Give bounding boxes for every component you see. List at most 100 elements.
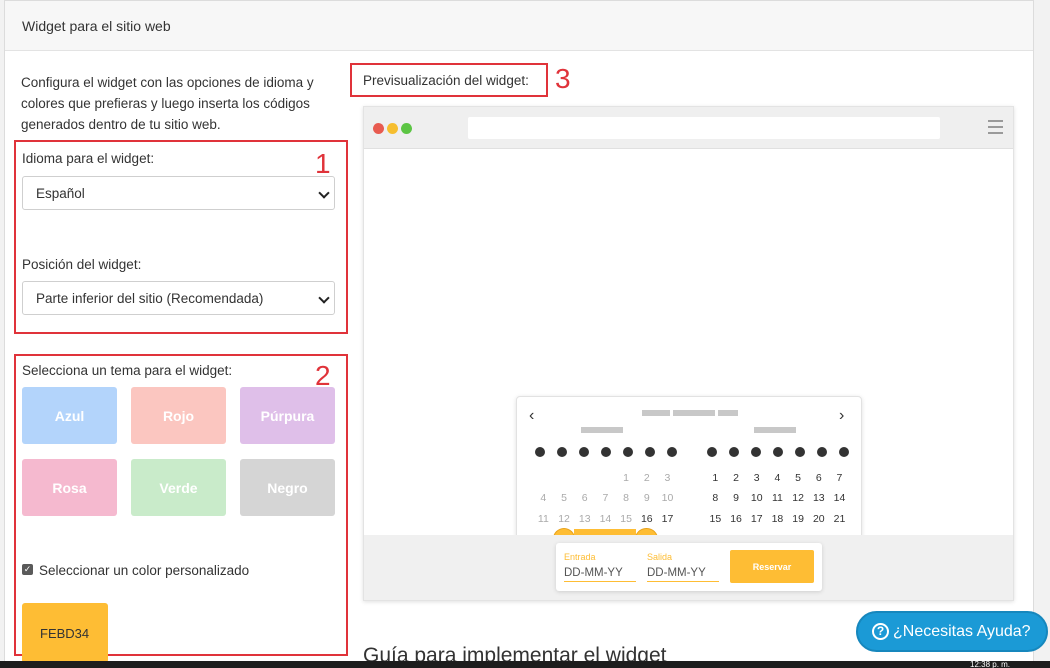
month-name-placeholder — [581, 427, 623, 433]
annotation-number-3: 3 — [555, 63, 571, 94]
position-select-value: Parte inferior del sitio (Recomendada) — [36, 291, 264, 306]
calendar-day[interactable]: 13 — [574, 509, 595, 529]
window-close-dot-icon — [373, 123, 384, 134]
calendar-week-row: 1234567 — [705, 468, 851, 488]
widget-description: Configura el widget con las opciones de … — [21, 75, 314, 132]
window-minimize-dot-icon — [387, 123, 398, 134]
calendar-day[interactable]: 10 — [746, 488, 767, 508]
theme-rojo-button[interactable]: Rojo — [131, 387, 226, 444]
calendar-day[interactable]: 5 — [788, 468, 809, 488]
calendar-day[interactable]: 4 — [767, 468, 788, 488]
scroll-gutter — [1034, 0, 1050, 668]
weekday-row — [533, 447, 679, 457]
calendar-week-row: 15 16 17 18 19 20 21 — [705, 509, 851, 529]
calendar-day[interactable]: 10 — [657, 488, 678, 508]
window-maximize-dot-icon — [401, 123, 412, 134]
help-button[interactable]: ? ¿Necesitas Ayuda? — [856, 611, 1048, 652]
month-name-placeholder — [754, 427, 796, 433]
chevron-down-icon — [318, 187, 330, 199]
calendar-day[interactable]: 9 — [636, 488, 657, 508]
checkin-input[interactable]: DD-MM-YY — [564, 567, 636, 582]
theme-rosa-button[interactable]: Rosa — [22, 459, 117, 516]
language-select[interactable]: Español — [22, 176, 335, 210]
checkout-input[interactable]: DD-MM-YY — [647, 567, 719, 582]
calendar-title-placeholder — [673, 410, 715, 416]
calendar-day[interactable]: 19 — [788, 509, 809, 529]
calendar-day[interactable]: 3 — [657, 468, 678, 488]
calendar-day[interactable]: 2 — [636, 468, 657, 488]
reserve-button[interactable]: Reservar — [730, 550, 814, 583]
language-select-value: Español — [36, 186, 85, 201]
calendar-day[interactable]: 16 — [726, 509, 747, 529]
question-circle-icon: ? — [872, 623, 889, 640]
calendar-day[interactable]: 14 — [829, 488, 850, 508]
calendar-day[interactable]: 11 — [533, 509, 554, 529]
calendar-day — [574, 468, 595, 488]
chevron-left-icon[interactable]: ‹ — [529, 407, 534, 425]
calendar-day[interactable]: 7 — [595, 488, 616, 508]
calendar-day[interactable]: 11 — [767, 488, 788, 508]
language-label: Idioma para el widget: — [22, 151, 155, 166]
calendar-day[interactable]: 17 — [657, 509, 678, 529]
taskbar — [0, 661, 1050, 668]
calendar-week-row: 4 5 6 7 8 9 10 — [533, 488, 679, 508]
position-label: Posición del widget: — [22, 257, 142, 272]
calendar-title-placeholder — [718, 410, 738, 416]
calendar-day[interactable]: 7 — [829, 468, 850, 488]
theme-azul-button[interactable]: Azul — [22, 387, 117, 444]
browser-url-bar — [468, 117, 940, 139]
calendar-day[interactable]: 9 — [726, 488, 747, 508]
theme-negro-button[interactable]: Negro — [240, 459, 335, 516]
calendar-day[interactable]: 20 — [808, 509, 829, 529]
panel-title: Widget para el sitio web — [5, 1, 1033, 51]
chevron-right-icon[interactable]: › — [839, 407, 844, 425]
custom-color-input[interactable]: FEBD34 — [22, 603, 108, 663]
checkin-label: Entrada — [564, 552, 596, 562]
booking-form: Entrada DD-MM-YY Salida DD-MM-YY Reserva… — [556, 543, 822, 591]
calendar-day[interactable]: 12 — [554, 509, 575, 529]
preview-label: Previsualización del widget: — [363, 73, 529, 88]
calendar-day[interactable]: 3 — [746, 468, 767, 488]
calendar-week-row: 11 12 13 14 15 16 17 — [533, 509, 679, 529]
calendar-day[interactable]: 6 — [808, 468, 829, 488]
calendar-day[interactable]: 21 — [829, 509, 850, 529]
calendar-day[interactable]: 12 — [788, 488, 809, 508]
calendar-day[interactable]: 8 — [705, 488, 726, 508]
theme-label: Selecciona un tema para el widget: — [22, 363, 233, 378]
calendar-day[interactable]: 14 — [595, 509, 616, 529]
calendar-day[interactable]: 18 — [767, 509, 788, 529]
position-select[interactable]: Parte inferior del sitio (Recomendada) — [22, 281, 335, 315]
theme-verde-button[interactable]: Verde — [131, 459, 226, 516]
calendar-day — [554, 468, 575, 488]
calendar-day[interactable]: 1 — [705, 468, 726, 488]
chevron-down-icon — [318, 292, 330, 304]
calendar-month-1: 1234567891011121314151617181920212223242… — [533, 447, 679, 565]
calendar-day[interactable]: 15 — [616, 509, 637, 529]
widget-preview-browser: ‹ › 123456789101112131415161718192021222… — [363, 106, 1014, 601]
calendar-day[interactable]: 2 — [726, 468, 747, 488]
calendar-week-row: 123 — [533, 468, 679, 488]
custom-color-label: Seleccionar un color personalizado — [39, 563, 250, 578]
browser-toolbar — [364, 107, 1013, 149]
calendar-day[interactable]: 17 — [746, 509, 767, 529]
calendar-day[interactable]: 8 — [616, 488, 637, 508]
custom-color-checkbox[interactable]: ✓ — [22, 564, 33, 575]
calendar-day[interactable]: 13 — [808, 488, 829, 508]
theme-purpura-button[interactable]: Púrpura — [240, 387, 335, 444]
taskbar-clock: 12:38 p. m. — [970, 661, 1011, 668]
calendar-day[interactable]: 16 — [636, 509, 657, 529]
calendar-month-2: 1234567891011121314151617181920212223242… — [705, 447, 851, 565]
calendar-day — [533, 468, 554, 488]
help-button-label: ¿Necesitas Ayuda? — [893, 622, 1031, 640]
booking-bar: Entrada DD-MM-YY Salida DD-MM-YY Reserva… — [364, 535, 1013, 600]
calendar-day[interactable]: 1 — [616, 468, 637, 488]
calendar-title-placeholder — [642, 410, 670, 416]
weekday-row — [705, 447, 851, 457]
calendar-day[interactable]: 5 — [554, 488, 575, 508]
calendar-day[interactable]: 4 — [533, 488, 554, 508]
calendar-week-row: 8 9 10 11 12 13 14 — [705, 488, 851, 508]
calendar-day[interactable]: 15 — [705, 509, 726, 529]
checkout-label: Salida — [647, 552, 673, 562]
calendar-day[interactable]: 6 — [574, 488, 595, 508]
browser-viewport: ‹ › 123456789101112131415161718192021222… — [364, 149, 1013, 569]
